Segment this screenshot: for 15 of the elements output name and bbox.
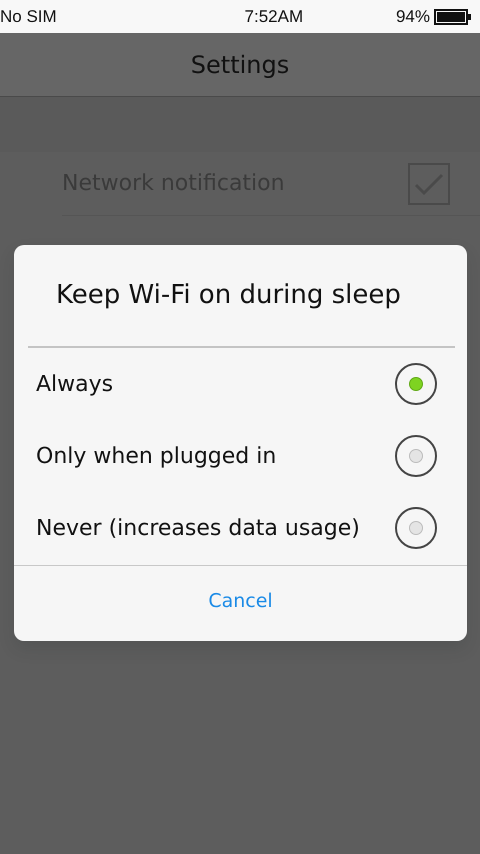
clock-text: 7:52AM <box>244 6 304 28</box>
option-row[interactable]: Never (increases data usage) <box>14 492 467 564</box>
option-label: Only when plugged in <box>36 442 276 470</box>
radio-button[interactable] <box>395 507 437 549</box>
battery-icon <box>434 8 472 26</box>
carrier-text: No SIM <box>0 6 57 28</box>
radio-button[interactable] <box>395 363 437 405</box>
option-row[interactable]: Only when plugged in <box>14 420 467 492</box>
dialog-title: Keep Wi-Fi on during sleep <box>56 279 401 312</box>
app-bar-title: Settings <box>190 50 290 80</box>
option-label: Always <box>36 370 114 398</box>
option-row[interactable]: Always <box>14 348 467 420</box>
option-label: Never (increases data usage) <box>36 514 360 542</box>
battery-percent: 94% <box>396 6 430 28</box>
radio-button[interactable] <box>395 435 437 477</box>
